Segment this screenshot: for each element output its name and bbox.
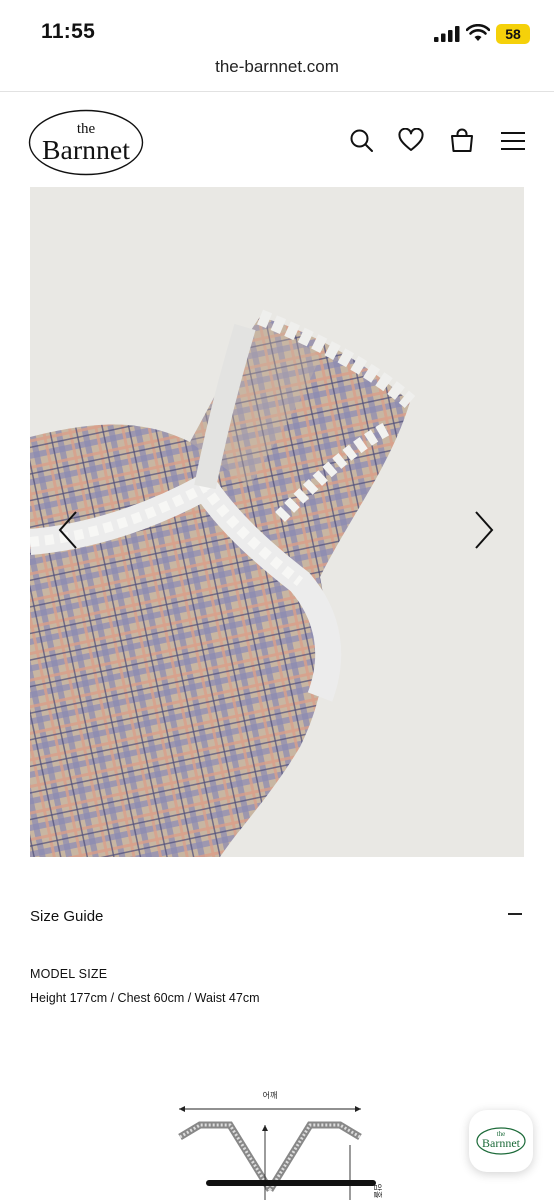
wifi-icon <box>466 24 490 41</box>
status-bar: 11:55 58 <box>0 0 554 62</box>
shoulder-label: 어깨 <box>263 1090 278 1100</box>
heart-icon[interactable] <box>398 128 424 154</box>
menu-icon[interactable] <box>500 128 526 154</box>
signal-icon <box>434 26 460 42</box>
size-guide-toggle[interactable]: Size Guide <box>30 908 103 925</box>
browser-url[interactable]: the-barnnet.com <box>0 57 554 77</box>
product-image[interactable] <box>30 187 524 857</box>
badge-logo-barnnet: Barnnet <box>482 1136 521 1150</box>
bag-icon[interactable] <box>449 128 475 154</box>
model-size-text: Height 177cm / Chest 60cm / Waist 47cm <box>30 991 260 1005</box>
logo-barnnet: Barnnet <box>42 135 130 165</box>
brand-logo[interactable]: the Barnnet <box>28 109 144 176</box>
search-icon[interactable] <box>349 128 375 154</box>
product-photo <box>30 187 524 857</box>
badge-logo: the Barnnet <box>476 1127 526 1155</box>
battery-indicator: 58 <box>496 24 530 44</box>
home-indicator[interactable] <box>206 1180 376 1186</box>
header-divider <box>0 91 554 92</box>
collapse-icon[interactable] <box>508 913 522 915</box>
chest-label: 암홀 <box>373 1184 383 1199</box>
model-size-title: MODEL SIZE <box>30 967 108 981</box>
floating-logo-button[interactable]: the Barnnet <box>469 1110 533 1172</box>
chevron-left-icon[interactable] <box>56 510 80 550</box>
chevron-right-icon[interactable] <box>472 510 496 550</box>
status-time: 11:55 <box>41 20 96 43</box>
